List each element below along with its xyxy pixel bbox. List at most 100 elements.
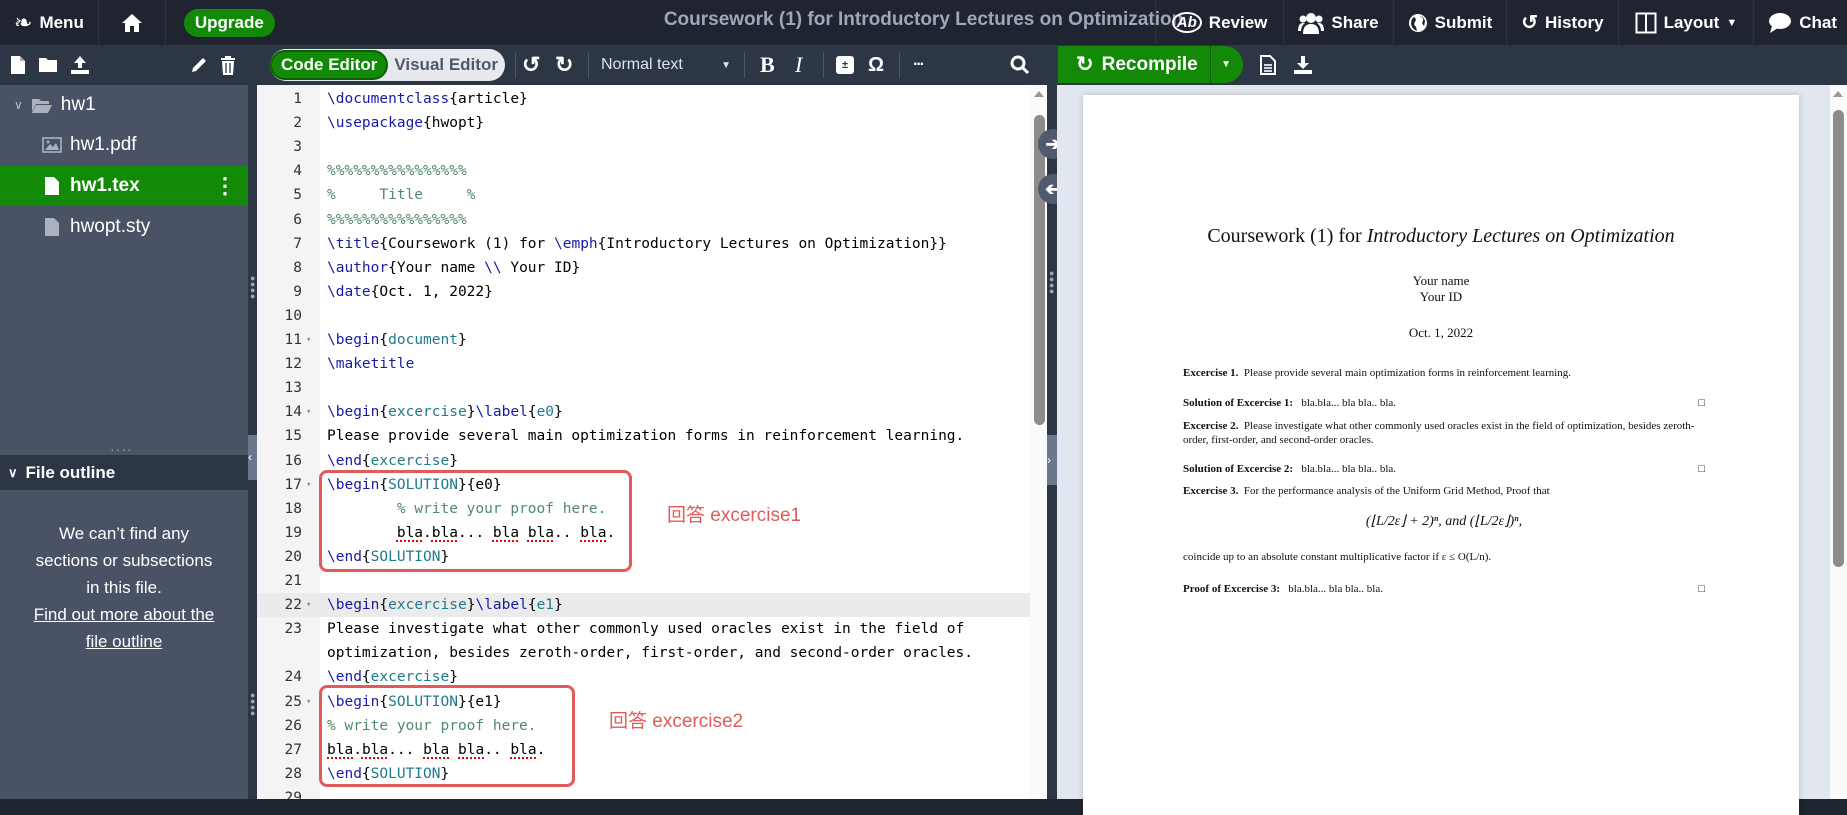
omega-icon: Ω bbox=[868, 53, 885, 76]
delete-trash-icon[interactable] bbox=[220, 55, 236, 75]
code-line[interactable]: 22 ▾ \begin{excercise}\label{e1} bbox=[257, 593, 1030, 618]
code-line[interactable]: 12 \maketitle bbox=[257, 352, 1030, 376]
bold-button[interactable]: B bbox=[760, 45, 775, 85]
insert-math-button[interactable]: ± bbox=[836, 45, 854, 85]
visual-editor-tab[interactable]: Visual Editor bbox=[388, 55, 498, 75]
home-button[interactable] bbox=[99, 0, 166, 45]
file-hwopt-sty[interactable]: hwopt.sty bbox=[0, 207, 248, 247]
pdf-exercise-3-after: coincide up to an absolute constant mult… bbox=[1183, 551, 1705, 563]
code-line[interactable]: 2 \usepackage{hwopt} bbox=[257, 111, 1030, 135]
code-editor[interactable]: 1 \documentclass{article} 2 \usepackage{hwo… bbox=[257, 85, 1030, 799]
submit-label: Submit bbox=[1434, 12, 1493, 32]
folder-hw1[interactable]: ∨ hw1 bbox=[0, 85, 248, 125]
code-line[interactable]: 11 ▾ \begin{document} bbox=[257, 328, 1030, 352]
review-button[interactable]: Ab Review bbox=[1154, 0, 1284, 45]
file-options-menu-icon[interactable]: ⋮ bbox=[214, 175, 236, 197]
outline-empty-message: We can’t find any sections or subsection… bbox=[35, 524, 213, 597]
line-number: 2 bbox=[293, 115, 302, 132]
history-button[interactable]: ↺ History bbox=[1506, 0, 1617, 45]
code-line[interactable]: 3 bbox=[257, 135, 1030, 159]
fold-toggle-icon[interactable]: ▾ bbox=[306, 593, 311, 617]
collapse-sidebar-button[interactable]: ‹ bbox=[248, 435, 257, 480]
editor-scroll-thumb[interactable] bbox=[1034, 115, 1045, 425]
share-button[interactable]: Share bbox=[1283, 0, 1392, 45]
new-folder-icon[interactable] bbox=[38, 56, 58, 74]
fold-toggle-icon[interactable]: ▾ bbox=[306, 328, 311, 352]
upgrade-button[interactable]: Upgrade bbox=[183, 8, 275, 37]
fold-toggle-icon[interactable]: ▾ bbox=[306, 473, 311, 497]
share-label: Share bbox=[1331, 12, 1379, 32]
scroll-up-arrow-icon[interactable] bbox=[1034, 91, 1044, 97]
editor-mode-toggle: Code Editor Visual Editor bbox=[270, 49, 505, 81]
undo-button[interactable]: ↺ bbox=[522, 45, 540, 85]
file-outline-header[interactable]: ∨ File outline bbox=[0, 455, 248, 490]
sidebar-resize-handle[interactable]: ● ● ● ● ‹ ● ● ● ● bbox=[248, 85, 257, 799]
more-options-button[interactable]: ··· bbox=[913, 45, 925, 85]
code-line[interactable]: 15 Please provide several main optimizati… bbox=[257, 424, 1030, 448]
code-line[interactable]: 10 bbox=[257, 304, 1030, 328]
code-line[interactable]: 6%%%%%%%%%%%%%%%% bbox=[257, 208, 1030, 232]
file-hw1-pdf[interactable]: hw1.pdf bbox=[0, 125, 248, 165]
download-pdf-button[interactable] bbox=[1293, 45, 1313, 85]
recompile-options-dropdown[interactable]: ▼ bbox=[1210, 46, 1231, 83]
pdf-scrollbar[interactable] bbox=[1830, 85, 1847, 799]
code-line[interactable]: 21 bbox=[257, 569, 1030, 593]
code-line[interactable]: 13 bbox=[257, 376, 1030, 400]
insert-symbol-button[interactable]: Ω bbox=[868, 45, 884, 85]
line-number: 15 bbox=[284, 428, 302, 445]
redo-button[interactable]: ↻ bbox=[555, 45, 573, 85]
search-button[interactable] bbox=[1010, 45, 1030, 85]
scroll-up-arrow-icon[interactable] bbox=[1833, 91, 1843, 97]
code-line[interactable]: 16 \end{excercise} bbox=[257, 449, 1030, 473]
expand-pdf-button[interactable]: › bbox=[1047, 435, 1057, 485]
line-number: 7 bbox=[293, 235, 302, 252]
code-line[interactable]: 23 Please investigate what other commonly… bbox=[257, 617, 1030, 641]
menu-button[interactable]: ❧ Menu bbox=[0, 0, 99, 45]
code-line[interactable]: 29 bbox=[257, 786, 1030, 799]
line-number: 8 bbox=[293, 259, 302, 276]
pdf-solution-text: bla.bla... bla bla.. bla. bbox=[1301, 397, 1397, 409]
recompile-label: Recompile bbox=[1101, 53, 1198, 75]
chat-button[interactable]: Chat bbox=[1753, 0, 1847, 45]
new-file-icon[interactable] bbox=[10, 55, 26, 75]
code-text: \title{Coursework (1) for \emph{Introduc… bbox=[327, 235, 947, 252]
submit-button[interactable]: Submit bbox=[1392, 0, 1507, 45]
pdf-solution-1: Solution of Excercise 1: bla.bla... bla … bbox=[1183, 397, 1705, 409]
view-logs-button[interactable] bbox=[1260, 45, 1276, 85]
pdf-formula: (⌊L/2ε⌋ + 2)ⁿ, and (⌊L/2ε⌋)ⁿ, bbox=[1183, 513, 1705, 530]
pdf-exercise-text: Please provide several main optimization… bbox=[1243, 367, 1572, 379]
upload-icon[interactable] bbox=[70, 55, 90, 75]
line-number: 16 bbox=[284, 452, 302, 469]
file-icon bbox=[45, 177, 59, 195]
recompile-button[interactable]: ↻ Recompile ▼ bbox=[1058, 46, 1243, 83]
rename-pencil-icon[interactable] bbox=[190, 56, 208, 74]
pdf-exercise-text: For the performance analysis of the Unif… bbox=[1243, 485, 1550, 497]
file-outline-title: File outline bbox=[25, 462, 116, 482]
code-line[interactable]: 4%%%%%%%%%%%%%%%% bbox=[257, 159, 1030, 183]
code-line[interactable]: 5 % Title % bbox=[257, 183, 1030, 207]
pdf-proof-label: Proof of Excercise 3: bbox=[1183, 583, 1281, 595]
file-hw1-tex[interactable]: hw1.tex ⋮ bbox=[0, 166, 248, 206]
pdf-scroll-thumb[interactable] bbox=[1833, 110, 1844, 567]
toolbar-divider bbox=[515, 52, 516, 78]
code-line[interactable]: 8 \author{Your name \\ Your ID} bbox=[257, 256, 1030, 280]
code-line[interactable]: 14 ▾ \begin{excercise}\label{e0} bbox=[257, 400, 1030, 424]
pdf-exercise-text: Please investigate what other commonly u… bbox=[1183, 420, 1695, 446]
line-number: 24 bbox=[284, 669, 302, 686]
italic-button[interactable]: I bbox=[795, 45, 802, 85]
code-line[interactable]: optimization, besides zeroth-order, firs… bbox=[257, 641, 1030, 665]
code-line[interactable]: 1 \documentclass{article} bbox=[257, 87, 1030, 111]
fold-toggle-icon[interactable]: ▾ bbox=[306, 690, 311, 714]
outline-help-link[interactable]: Find out more about the file outline bbox=[0, 601, 248, 655]
line-number: 6 bbox=[293, 211, 302, 228]
code-line[interactable]: 7 \title{Coursework (1) for \emph{Introdu… bbox=[257, 232, 1030, 256]
fold-toggle-icon[interactable]: ▾ bbox=[306, 400, 311, 424]
text-style-dropdown[interactable]: Normal text ▼ bbox=[601, 45, 731, 85]
code-text: \begin{excercise}\label{e1} bbox=[327, 597, 563, 614]
code-line[interactable]: 9 \date{Oct. 1, 2022} bbox=[257, 280, 1030, 304]
code-text: \documentclass{article} bbox=[327, 91, 528, 107]
layout-button[interactable]: Layout ▼ bbox=[1617, 0, 1754, 45]
code-editor-tab[interactable]: Code Editor bbox=[270, 50, 389, 80]
pdf-preview[interactable]: Coursework (1) for Introductory Lectures… bbox=[1057, 85, 1830, 815]
math-icon: ± bbox=[836, 56, 854, 74]
